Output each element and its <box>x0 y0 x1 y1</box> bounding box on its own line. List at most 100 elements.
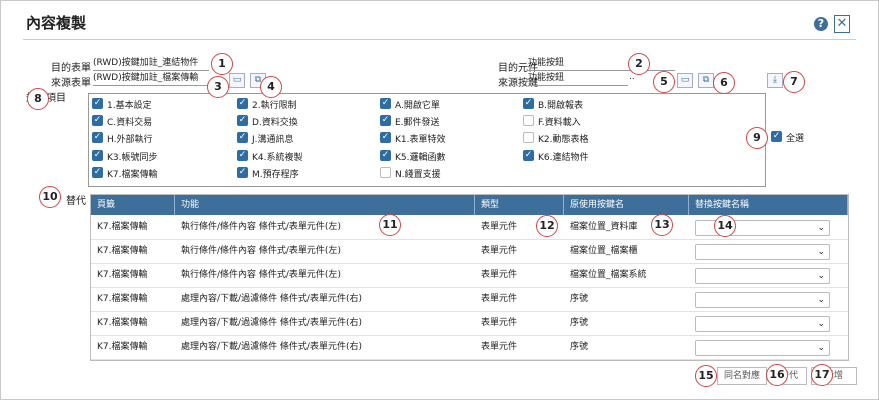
table-cell: K7.檔案傳輸 <box>97 270 148 280</box>
callout-badge: 11 <box>379 214 401 236</box>
item-checkbox[interactable] <box>380 167 391 178</box>
callout-badge: 4 <box>260 76 282 98</box>
item-checkbox[interactable]: ✓ <box>523 98 534 109</box>
select-all-checkbox[interactable]: ✓ <box>771 131 782 142</box>
source-form-field[interactable]: (RWD)按鍵加註_檔案傳輸 <box>93 71 225 86</box>
item-checkbox[interactable]: ✓ <box>380 98 391 109</box>
close-icon[interactable]: ✕ <box>834 15 850 33</box>
column-header: 頁籤 <box>91 195 175 215</box>
item-checkbox-label: F.資料載入 <box>538 118 581 128</box>
column-header: 類型 <box>475 195 564 215</box>
item-checkbox[interactable]: ✓ <box>92 115 103 126</box>
help-icon[interactable]: ? <box>814 17 828 31</box>
download-icon[interactable]: ⤓ <box>767 73 783 88</box>
table-cell: 表單元件 <box>481 270 518 280</box>
item-checkbox[interactable]: ✓ <box>380 132 391 143</box>
replacement-dropdown[interactable]: ⌄ <box>695 316 830 332</box>
item-checkbox-label: B.開啟報表 <box>538 101 584 111</box>
target-form-label: 目的表單 <box>51 63 91 74</box>
table-cell: 序號 <box>570 342 589 352</box>
item-checkbox-label: J.溝通訊息 <box>252 135 294 145</box>
callout-badge: 13 <box>651 214 673 236</box>
dialog-title: 內容複製 <box>26 14 87 32</box>
same-name-button[interactable]: 同名對應 <box>717 367 767 385</box>
item-checkbox-label: C.資料交易 <box>107 118 153 128</box>
chevron-down-icon: ⌄ <box>817 295 825 305</box>
callout-badge: 3 <box>207 76 229 98</box>
item-checkbox[interactable]: ✓ <box>380 115 391 126</box>
item-checkbox-label: A.開啟它單 <box>395 101 440 111</box>
table-cell: 檔案位置_檔案櫃 <box>570 246 638 256</box>
item-checkbox-label: K2.動態表格 <box>538 135 589 145</box>
callout-badge: 15 <box>695 365 717 387</box>
item-checkbox-label: D.資料交換 <box>252 118 298 128</box>
table-row[interactable]: K7.檔案傳輸 執行條件/條件內容 條件式/表單元件(左) 表單元件 檔案位置_檔案櫃… <box>91 239 848 264</box>
replacement-dropdown[interactable]: ⌄ <box>695 268 830 284</box>
table-row[interactable]: K7.檔案傳輸 執行條件/條件內容 條件式/表單元件(左) 表單元件 檔案位置_檔案系… <box>91 263 848 288</box>
item-checkbox[interactable] <box>523 115 534 126</box>
item-checkbox-label: K5.邏輯函數 <box>395 153 446 163</box>
table-cell: 序號 <box>570 294 589 304</box>
callout-badge: 9 <box>746 127 768 149</box>
target-form-field[interactable]: (RWD)按鍵加註_連結物件 <box>93 56 209 71</box>
table-cell: 表單元件 <box>481 294 518 304</box>
table-cell: K7.檔案傳輸 <box>97 294 148 304</box>
callout-badge: 14 <box>714 215 736 237</box>
table-row[interactable]: K7.檔案傳輸 處理內容/下載/過濾條件 條件式/表單元件(右) 表單元件 序號 ⌄ <box>91 335 848 360</box>
folder-icon[interactable]: ▭ <box>677 73 693 88</box>
replacement-table: 頁籤 功能 類型 原使用按鍵名 替換按鍵名稱 K7.檔案傳輸 執行條件/條件內容 … <box>90 194 849 361</box>
source-button-field[interactable]: 功能按鈕 <box>528 71 628 86</box>
column-header: 替換按鍵名稱 <box>689 195 848 215</box>
item-checkbox[interactable]: ✓ <box>237 150 248 161</box>
table-row[interactable]: K7.檔案傳輸 處理內容/下載/過濾條件 條件式/表單元件(右) 表單元件 序號 ⌄ <box>91 311 848 336</box>
replacement-dropdown[interactable]: ⌄ <box>695 292 830 308</box>
content-copy-dialog: 內容複製 ? ✕ 目的表單 (RWD)按鍵加註_連結物件 來源表單 (RWD)按… <box>0 0 879 400</box>
item-checkbox[interactable]: ✓ <box>237 115 248 126</box>
callout-badge: 1 <box>211 53 233 75</box>
chevron-down-icon: ⌄ <box>817 343 825 353</box>
chevron-down-icon: ⌄ <box>817 247 825 257</box>
replace-label: 替代 <box>66 196 86 207</box>
item-checkbox[interactable]: ✓ <box>237 167 248 178</box>
item-checkbox-label: K6.連結物件 <box>538 153 589 163</box>
callout-badge: 6 <box>713 72 735 94</box>
title-divider <box>23 39 856 40</box>
table-cell: 執行條件/條件內容 條件式/表單元件(左) <box>181 222 341 232</box>
item-checkbox[interactable]: ✓ <box>92 167 103 178</box>
column-header: 原使用按鍵名 <box>564 195 689 215</box>
item-checkbox-label: K3.帳號同步 <box>107 153 158 163</box>
item-checkbox[interactable]: ✓ <box>523 150 534 161</box>
table-cell: 執行條件/條件內容 條件式/表單元件(左) <box>181 246 341 256</box>
items-box: ✓ 1.基本設定 ✓ 2.執行限制 ✓ A.開啟它單 ✓ B.開啟報表 ✓ C.資料交易 ✓ D.資料… <box>88 93 766 187</box>
replacement-dropdown[interactable]: ⌄ <box>695 244 830 260</box>
item-checkbox[interactable] <box>523 132 534 143</box>
callout-badge: 10 <box>39 186 61 208</box>
table-row[interactable]: K7.檔案傳輸 處理內容/下載/過濾條件 條件式/表單元件(右) 表單元件 序號 ⌄ <box>91 287 848 312</box>
table-cell: 表單元件 <box>481 342 518 352</box>
column-header: 功能 <box>175 195 475 215</box>
item-checkbox-label: H.外部執行 <box>107 135 153 145</box>
table-cell: K7.檔案傳輸 <box>97 246 148 256</box>
target-component-field[interactable]: 功能按鈕 <box>528 56 675 71</box>
source-form-label: 來源表單 <box>51 78 91 89</box>
table-cell: 檔案位置_檔案系統 <box>570 270 647 280</box>
item-checkbox[interactable]: ✓ <box>92 98 103 109</box>
item-checkbox[interactable]: ✓ <box>92 150 103 161</box>
copy-icon[interactable]: ⧉ <box>698 73 714 88</box>
table-cell: 表單元件 <box>481 246 518 256</box>
item-checkbox-label: M.預存程序 <box>252 170 299 180</box>
item-checkbox[interactable]: ✓ <box>92 132 103 143</box>
item-checkbox[interactable]: ✓ <box>380 150 391 161</box>
item-checkbox-label: 2.執行限制 <box>252 101 297 111</box>
replacement-dropdown[interactable]: ⌄ <box>695 340 830 356</box>
select-all-label: 全選 <box>786 134 805 144</box>
item-checkbox-label: 1.基本設定 <box>107 101 152 111</box>
table-cell: 處理內容/下載/過濾條件 條件式/表單元件(右) <box>181 318 362 328</box>
table-cell: K7.檔案傳輸 <box>97 318 148 328</box>
item-checkbox-label: K7.檔案傳輸 <box>107 170 158 180</box>
item-checkbox[interactable]: ✓ <box>237 98 248 109</box>
item-checkbox[interactable]: ✓ <box>237 132 248 143</box>
callout-badge: 12 <box>536 215 558 237</box>
item-checkbox-label: K4.系統複製 <box>252 153 303 163</box>
folder-icon[interactable]: ▭ <box>229 73 245 88</box>
